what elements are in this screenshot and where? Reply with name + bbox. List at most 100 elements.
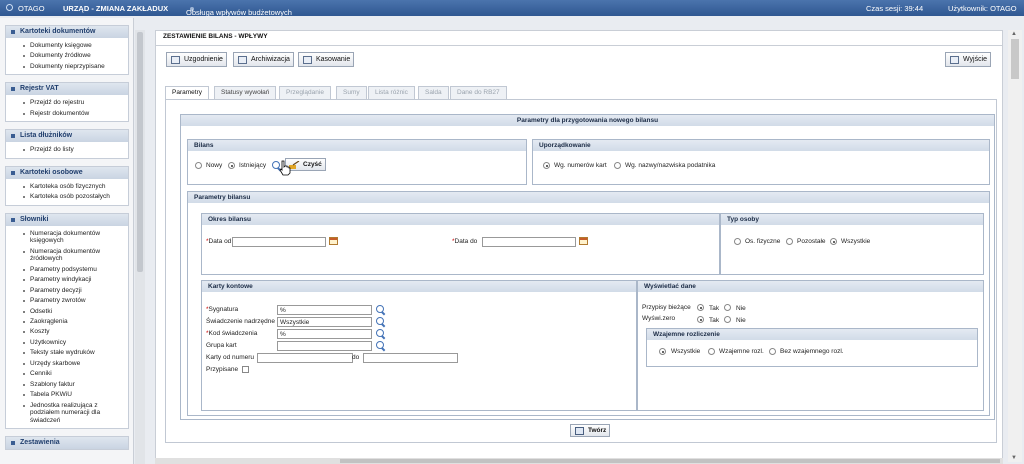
code-search-icon[interactable] xyxy=(376,329,386,339)
delete-label: Kasowanie xyxy=(316,56,351,63)
current-yes-radio[interactable] xyxy=(697,304,704,311)
tab-statusy-wywolan[interactable]: Statusy wywołań xyxy=(214,86,277,99)
sidebar-section-header[interactable]: Słowniki xyxy=(6,213,128,226)
sidebar-item[interactable]: Kartoteka osób pozostałych xyxy=(6,192,128,202)
sidebar-item[interactable]: Szablony faktur xyxy=(6,380,128,390)
bilans-existing-radio[interactable] xyxy=(228,162,235,169)
sidebar-item[interactable]: Urzędy skarbowe xyxy=(6,359,128,369)
date-to-calendar-icon[interactable] xyxy=(579,237,588,245)
sidebar-section-title: Kartoteki dokumentów xyxy=(20,28,96,35)
delete-button[interactable]: Kasowanie xyxy=(298,52,355,67)
sidebar-item-list: Przejdź do rejestru Rejestr dokumentów xyxy=(6,95,128,121)
sidebar-item[interactable]: Tabela PKWiU xyxy=(6,390,128,400)
create-button[interactable]: Twórz xyxy=(570,424,611,437)
person-all-radio[interactable] xyxy=(830,238,837,245)
sidebar-item[interactable]: Koszty xyxy=(6,327,128,337)
sidebar-section-header[interactable]: Kartoteki dokumentów xyxy=(6,26,128,38)
sidebar-item[interactable]: Dokumenty księgowe xyxy=(6,41,128,51)
sidebar-section: Kartoteki dokumentów Dokumenty księgowe Do… xyxy=(5,25,129,76)
person-physical-radio[interactable] xyxy=(734,238,741,245)
parent-search-icon[interactable] xyxy=(376,317,386,327)
section-bullet-icon xyxy=(11,217,15,222)
sidebar-scroll-thumb[interactable] xyxy=(137,32,143,272)
cards-to-input[interactable] xyxy=(363,353,458,363)
person-other-radio[interactable] xyxy=(786,238,793,245)
main-scroll-thumb[interactable] xyxy=(1011,39,1019,79)
archive-button[interactable]: Archiwizacja xyxy=(233,52,294,67)
cards-group: Karty kontowe *Sygnatura % Świadczenie n… xyxy=(201,280,637,411)
reconcile-label: Uzgodnienie xyxy=(184,56,223,63)
ordering-by-name-radio[interactable] xyxy=(614,162,621,169)
ordering-by-card-label: Wg. numerów kart xyxy=(554,162,607,169)
date-to-input[interactable] xyxy=(482,237,576,247)
zero-label: Wyświ.zero xyxy=(642,315,676,322)
tab-parametry[interactable]: Parametry xyxy=(165,86,209,100)
sidebar-item[interactable]: Dokumenty źródłowe xyxy=(6,51,128,61)
sidebar-section-title: Rejestr VAT xyxy=(20,85,59,93)
assigned-checkbox[interactable] xyxy=(242,366,249,373)
code-input[interactable]: % xyxy=(277,329,372,339)
sidebar-section-header[interactable]: Kartoteki osobowe xyxy=(6,166,128,179)
sidebar-item[interactable]: Parametry decyzji xyxy=(6,286,128,296)
section-bullet-icon xyxy=(11,30,15,34)
sidebar-item[interactable]: Parametry zwrotów xyxy=(6,296,128,306)
sidebar-item[interactable]: Kartoteka osób fizycznych xyxy=(6,182,128,192)
horizontal-scrollbar[interactable] xyxy=(155,458,1003,464)
sidebar-item[interactable]: Dokumenty nieprzypisane xyxy=(6,62,128,72)
bilans-new-radio[interactable] xyxy=(195,162,202,169)
sidebar-item[interactable]: Użytkownicy xyxy=(6,338,128,348)
main-scrollbar[interactable]: ▲ ▼ xyxy=(1008,30,1022,462)
display-group: Wyświetlać dane Przypisy bieżące Tak Nie… xyxy=(637,280,984,411)
ordering-by-name-label: Wg. nazwy/nazwiska podatnika xyxy=(625,162,716,169)
sidebar-item[interactable]: Odsetki xyxy=(6,307,128,317)
sidebar-item[interactable]: Przejdź do rejestru xyxy=(6,98,128,108)
sidebar-item[interactable]: Teksty stałe wydruków xyxy=(6,348,128,358)
date-from-input[interactable] xyxy=(232,237,326,247)
section-bullet-icon xyxy=(11,134,15,139)
sidebar-item[interactable]: Numeracja dokumentów źródłowych xyxy=(6,247,128,265)
zero-no-radio[interactable] xyxy=(724,316,731,323)
current-no-radio[interactable] xyxy=(724,304,731,311)
sidebar-item[interactable]: Parametry podsystemu xyxy=(6,265,128,275)
sidebar-section-header[interactable]: Lista dłużników xyxy=(6,130,128,143)
section-bullet-icon xyxy=(11,87,15,92)
signature-input[interactable]: % xyxy=(277,305,372,315)
sidebar-item[interactable]: Parametry windykacji xyxy=(6,275,128,285)
sidebar-section-header[interactable]: Rejestr VAT xyxy=(6,83,128,96)
sidebar-item[interactable]: Numeracja dokumentów księgowych xyxy=(6,229,128,247)
parent-input[interactable]: Wszystkie xyxy=(277,317,372,327)
sidebar-item[interactable]: Jednostka realizująca z podziałem numera… xyxy=(6,401,128,426)
exit-label: Wyjście xyxy=(963,56,988,63)
sidebar-item[interactable]: Rejestr dokumentów xyxy=(6,109,128,119)
cards-from-input[interactable] xyxy=(257,353,353,363)
sidebar-section-title: Zestawienia xyxy=(20,439,60,447)
signature-search-icon[interactable] xyxy=(376,305,386,315)
zero-yes-radio[interactable] xyxy=(697,316,704,323)
code-label: *Kod świadczenia xyxy=(206,330,258,337)
group-input[interactable] xyxy=(277,341,372,351)
reconcile-button[interactable]: Uzgodnienie xyxy=(166,52,227,67)
mutual-none-radio[interactable] xyxy=(769,348,776,355)
sidebar-section: Zestawienia xyxy=(5,436,129,451)
group-search-icon[interactable] xyxy=(376,341,386,351)
exit-button[interactable]: Wyjście xyxy=(945,52,992,67)
sidebar-item[interactable]: Przejdź do listy xyxy=(6,145,128,155)
sidebar-item[interactable]: Zaokrąglenia xyxy=(6,317,128,327)
sidebar-section-header[interactable]: Zestawienia xyxy=(6,437,128,450)
sidebar-item[interactable]: Cenniki xyxy=(6,369,128,379)
sidebar-section-title: Lista dłużników xyxy=(20,132,73,140)
sidebar-section: Lista dłużników Przejdź do listy xyxy=(5,129,129,159)
date-from-calendar-icon[interactable] xyxy=(329,237,338,245)
scroll-down-icon[interactable]: ▼ xyxy=(1011,455,1017,461)
scroll-up-icon[interactable]: ▲ xyxy=(1011,31,1017,37)
mutual-all-radio[interactable] xyxy=(659,348,666,355)
sidebar-scrollbar[interactable] xyxy=(135,30,145,464)
mutual-only-radio[interactable] xyxy=(708,348,715,355)
zero-yes-label: Tak xyxy=(709,317,720,324)
tab-sumy: Sumy xyxy=(336,86,367,99)
signature-text: Sygnatura xyxy=(208,306,239,313)
top-bar: OTAGO URZĄD - ZMIANA ZAKŁADUX Obsługa wp… xyxy=(0,0,1024,17)
horizontal-scroll-thumb[interactable] xyxy=(340,459,1000,463)
clear-button[interactable]: Czyść xyxy=(285,158,326,171)
ordering-by-card-radio[interactable] xyxy=(543,162,550,169)
